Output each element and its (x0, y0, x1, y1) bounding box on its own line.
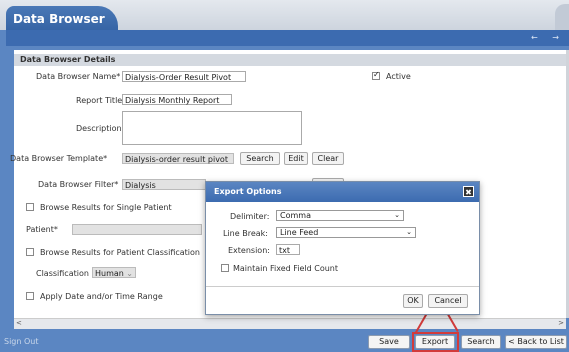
maintain-field-count-label: Maintain Fixed Field Count (233, 264, 339, 273)
chevron-down-icon: ⌄ (406, 228, 412, 236)
filter-field[interactable]: Dialysis (122, 179, 206, 190)
description-label: Description (76, 124, 122, 133)
template-search-button[interactable]: Search (240, 152, 280, 165)
line-break-select[interactable]: Line Feed ⌄ (276, 227, 416, 238)
section-title: Data Browser Details (20, 55, 116, 64)
export-options-dialog: Export Options ✖ Delimiter: Comma ⌄ Line… (205, 181, 480, 315)
patient-field[interactable] (72, 224, 202, 235)
window-title-tab: Data Browser (6, 6, 118, 32)
horizontal-scrollbar[interactable]: < > (14, 318, 566, 329)
filter-label: Data Browser Filter* (38, 180, 119, 189)
classification-label: Classification (36, 269, 89, 278)
single-patient-label: Browse Results for Single Patient (40, 203, 172, 212)
delimiter-label: Delimiter: (230, 212, 270, 221)
save-button[interactable]: Save (368, 335, 410, 349)
report-title-field[interactable]: Dialysis Monthly Report (122, 94, 232, 105)
description-field[interactable] (122, 111, 302, 145)
app-window: Data Browser ← → Data Browser Details Da… (0, 0, 569, 352)
ok-button[interactable]: OK (403, 294, 423, 308)
date-range-label: Apply Date and/or Time Range (40, 292, 163, 301)
window-title: Data Browser (13, 12, 105, 26)
search-button[interactable]: Search (461, 335, 501, 349)
classification-select[interactable]: Human ⌄ (92, 267, 136, 278)
scroll-left-icon[interactable]: < (16, 319, 22, 327)
line-break-value: Line Feed (280, 228, 319, 237)
bottom-bar: Sign Out Save Export Search < Back to Li… (0, 330, 569, 352)
patient-label: Patient* (26, 225, 58, 234)
template-clear-button[interactable]: Clear (312, 152, 344, 165)
scroll-right-icon[interactable]: > (558, 319, 564, 327)
sign-out-link[interactable]: Sign Out (4, 337, 39, 346)
title-bar: ← → (6, 30, 569, 46)
dialog-header: Export Options ✖ (206, 182, 479, 202)
classification-checkbox[interactable] (26, 248, 34, 256)
cancel-button[interactable]: Cancel (428, 294, 468, 308)
close-icon[interactable]: ✖ (463, 186, 474, 197)
tab-strip: Data Browser (0, 0, 569, 32)
maintain-field-count-checkbox[interactable] (221, 264, 229, 272)
template-label: Data Browser Template* (10, 154, 108, 163)
report-title-label: Report Title (76, 96, 123, 105)
section-header: Data Browser Details (14, 54, 566, 66)
extension-field[interactable]: txt (276, 244, 300, 255)
extension-label: Extension: (228, 246, 270, 255)
export-highlight (412, 332, 459, 352)
single-patient-checkbox[interactable] (26, 203, 34, 211)
classification-browse-label: Browse Results for Patient Classificatio… (40, 248, 200, 257)
delimiter-select[interactable]: Comma ⌄ (276, 210, 404, 221)
back-to-list-button[interactable]: < Back to List (505, 335, 567, 349)
classification-value: Human (95, 269, 124, 278)
name-label: Data Browser Name* (36, 72, 121, 81)
active-checkbox[interactable] (372, 70, 380, 80)
chevron-down-icon: ⌄ (394, 211, 400, 219)
strip-corner (555, 4, 569, 30)
chevron-down-icon: ⌄ (126, 269, 133, 278)
dialog-divider (206, 286, 479, 287)
template-field[interactable]: Dialysis-order result pivot (122, 153, 234, 164)
dialog-title: Export Options (214, 187, 282, 196)
template-edit-button[interactable]: Edit (284, 152, 308, 165)
date-range-checkbox[interactable] (26, 292, 34, 300)
nav-arrows-icon[interactable]: ← → (531, 33, 565, 42)
active-label: Active (386, 72, 411, 81)
delimiter-value: Comma (280, 211, 311, 220)
name-field[interactable]: Dialysis-Order Result Pivot (122, 71, 246, 82)
line-break-label: Line Break: (223, 229, 268, 238)
